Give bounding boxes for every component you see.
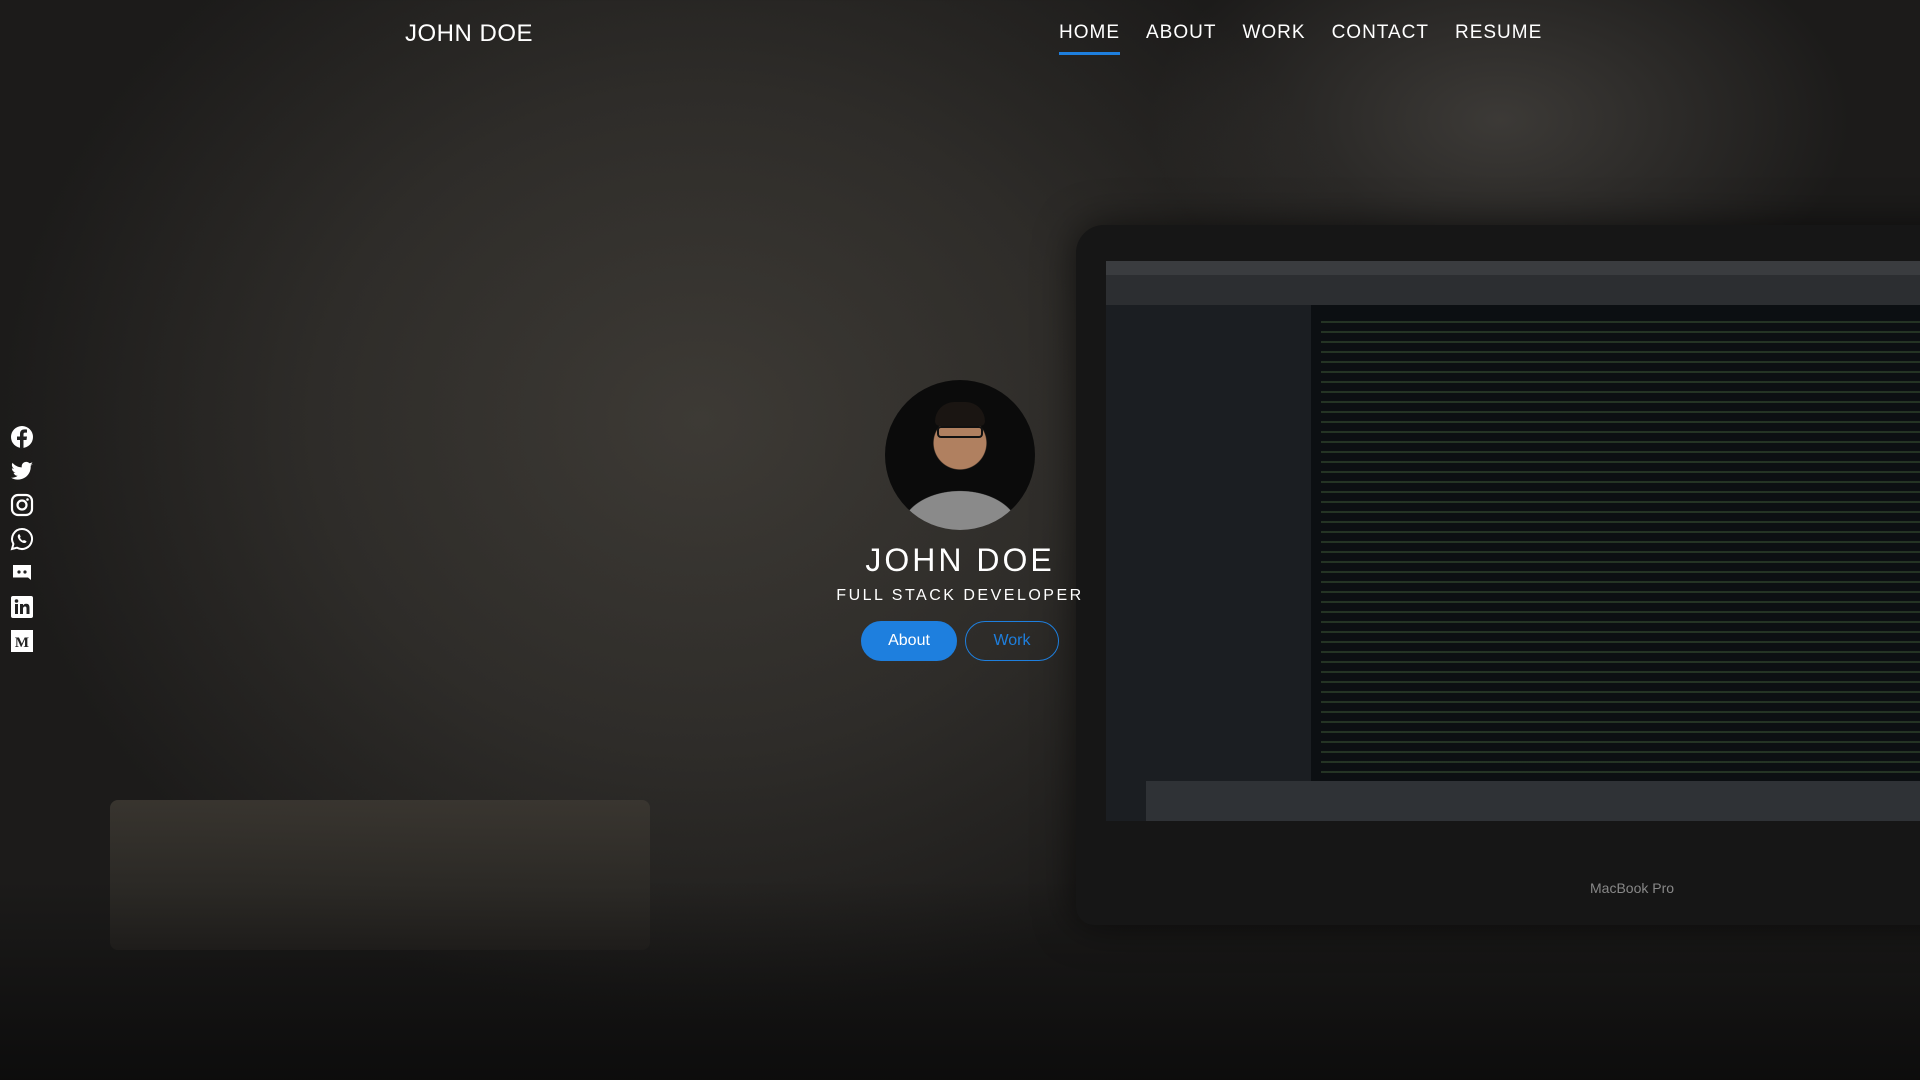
background-books (110, 800, 650, 950)
laptop-brand: MacBook Pro (1590, 880, 1675, 896)
about-button[interactable]: About (861, 621, 957, 661)
hero-title: FULL STACK DEVELOPER (836, 587, 1084, 604)
site-logo[interactable]: JOHN DOE (405, 20, 533, 48)
main-nav: HOME ABOUT WORK CONTACT RESUME (1059, 22, 1542, 55)
nav-about[interactable]: ABOUT (1146, 22, 1216, 55)
hero: JOHN DOE FULL STACK DEVELOPER About Work (0, 380, 1920, 661)
nav-resume[interactable]: RESUME (1455, 22, 1542, 55)
nav-contact[interactable]: CONTACT (1332, 22, 1429, 55)
work-button[interactable]: Work (965, 621, 1059, 661)
nav-home[interactable]: HOME (1059, 22, 1120, 55)
hero-name: JOHN DOE (865, 542, 1055, 578)
avatar (885, 380, 1035, 530)
nav-work[interactable]: WORK (1242, 22, 1305, 55)
